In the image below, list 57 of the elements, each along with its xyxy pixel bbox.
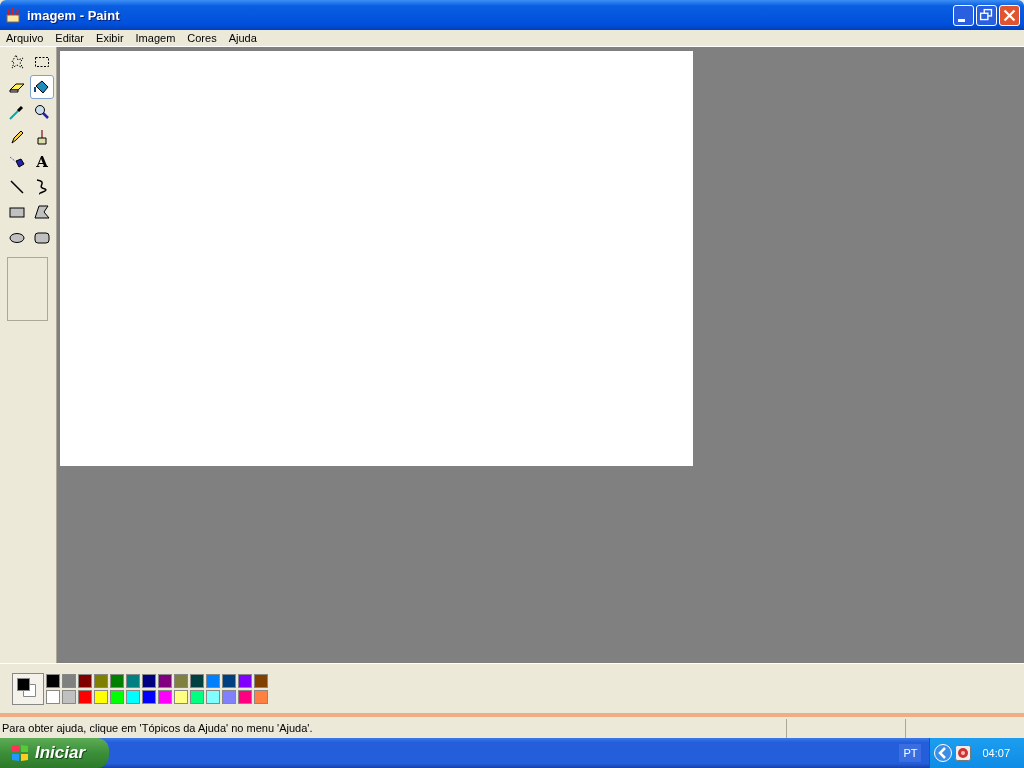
menu-item[interactable]: Imagem xyxy=(135,32,176,44)
foreground-color-swatch[interactable] xyxy=(17,677,30,691)
color-swatch[interactable] xyxy=(158,673,172,688)
tool-options-box xyxy=(7,257,48,321)
color-swatch[interactable] xyxy=(78,689,92,704)
close-button[interactable] xyxy=(999,4,1020,26)
color-swatch[interactable] xyxy=(110,673,124,688)
clock: 04:07 xyxy=(982,747,1010,759)
color-swatch[interactable] xyxy=(174,689,188,704)
color-swatch[interactable] xyxy=(222,689,236,704)
menu-item[interactable]: Ajuda xyxy=(228,32,257,44)
color-swatch[interactable] xyxy=(126,673,140,688)
menu-item[interactable]: Editar xyxy=(55,32,85,44)
status-message: Para obter ajuda, clique em 'Tópicos da Ajuda' no menu 'Ajuda'. xyxy=(1,721,314,736)
color-swatch[interactable] xyxy=(62,673,76,688)
color-swatch[interactable] xyxy=(254,689,268,704)
magnifier-icon xyxy=(33,103,51,121)
minimize-button[interactable] xyxy=(953,4,974,26)
color-swatch[interactable] xyxy=(206,673,220,688)
color-swatch[interactable] xyxy=(254,673,268,688)
color-swatch[interactable] xyxy=(174,673,188,688)
minimize-icon xyxy=(957,18,965,22)
chevron-left-icon[interactable] xyxy=(934,744,953,762)
star-outline-icon xyxy=(8,53,26,71)
color-swatch[interactable] xyxy=(190,689,204,704)
color-swatch[interactable] xyxy=(126,689,140,704)
color-swatch[interactable] xyxy=(142,689,156,704)
color-swatch[interactable] xyxy=(62,689,76,704)
color-swatch[interactable] xyxy=(158,689,172,704)
color-swatch[interactable] xyxy=(94,673,108,688)
language-indicator[interactable]: PT xyxy=(899,744,922,762)
window-title: imagem - Paint xyxy=(27,7,120,23)
menu-item[interactable]: Exibir xyxy=(96,32,124,44)
color-swatch[interactable] xyxy=(222,673,236,688)
tool-button[interactable] xyxy=(30,75,54,99)
pencil-icon xyxy=(8,128,26,146)
color-swatch[interactable] xyxy=(110,689,124,704)
polygon-icon xyxy=(33,203,51,221)
color-swatch[interactable] xyxy=(46,673,60,688)
color-swatch[interactable] xyxy=(94,689,108,704)
tool-button[interactable]: A xyxy=(30,150,54,174)
color-swatch[interactable] xyxy=(238,673,252,688)
menu-item[interactable]: Cores xyxy=(187,32,217,44)
brushes-icon xyxy=(5,7,21,23)
start-button[interactable]: Iniciar xyxy=(0,738,109,768)
color-swatch[interactable] xyxy=(142,673,156,688)
windows-flag-icon xyxy=(10,743,30,763)
color-swatch[interactable] xyxy=(78,673,92,688)
color-swatch[interactable] xyxy=(238,689,252,704)
paint-bucket-icon xyxy=(33,78,51,96)
color-swatch[interactable] xyxy=(206,689,220,704)
color-swatch[interactable] xyxy=(46,689,60,704)
line-icon xyxy=(8,178,26,196)
menu-item[interactable]: Arquivo xyxy=(6,32,44,44)
restore-button[interactable] xyxy=(976,4,997,26)
color-swatch[interactable] xyxy=(190,673,204,688)
eyedropper-icon xyxy=(8,103,26,121)
